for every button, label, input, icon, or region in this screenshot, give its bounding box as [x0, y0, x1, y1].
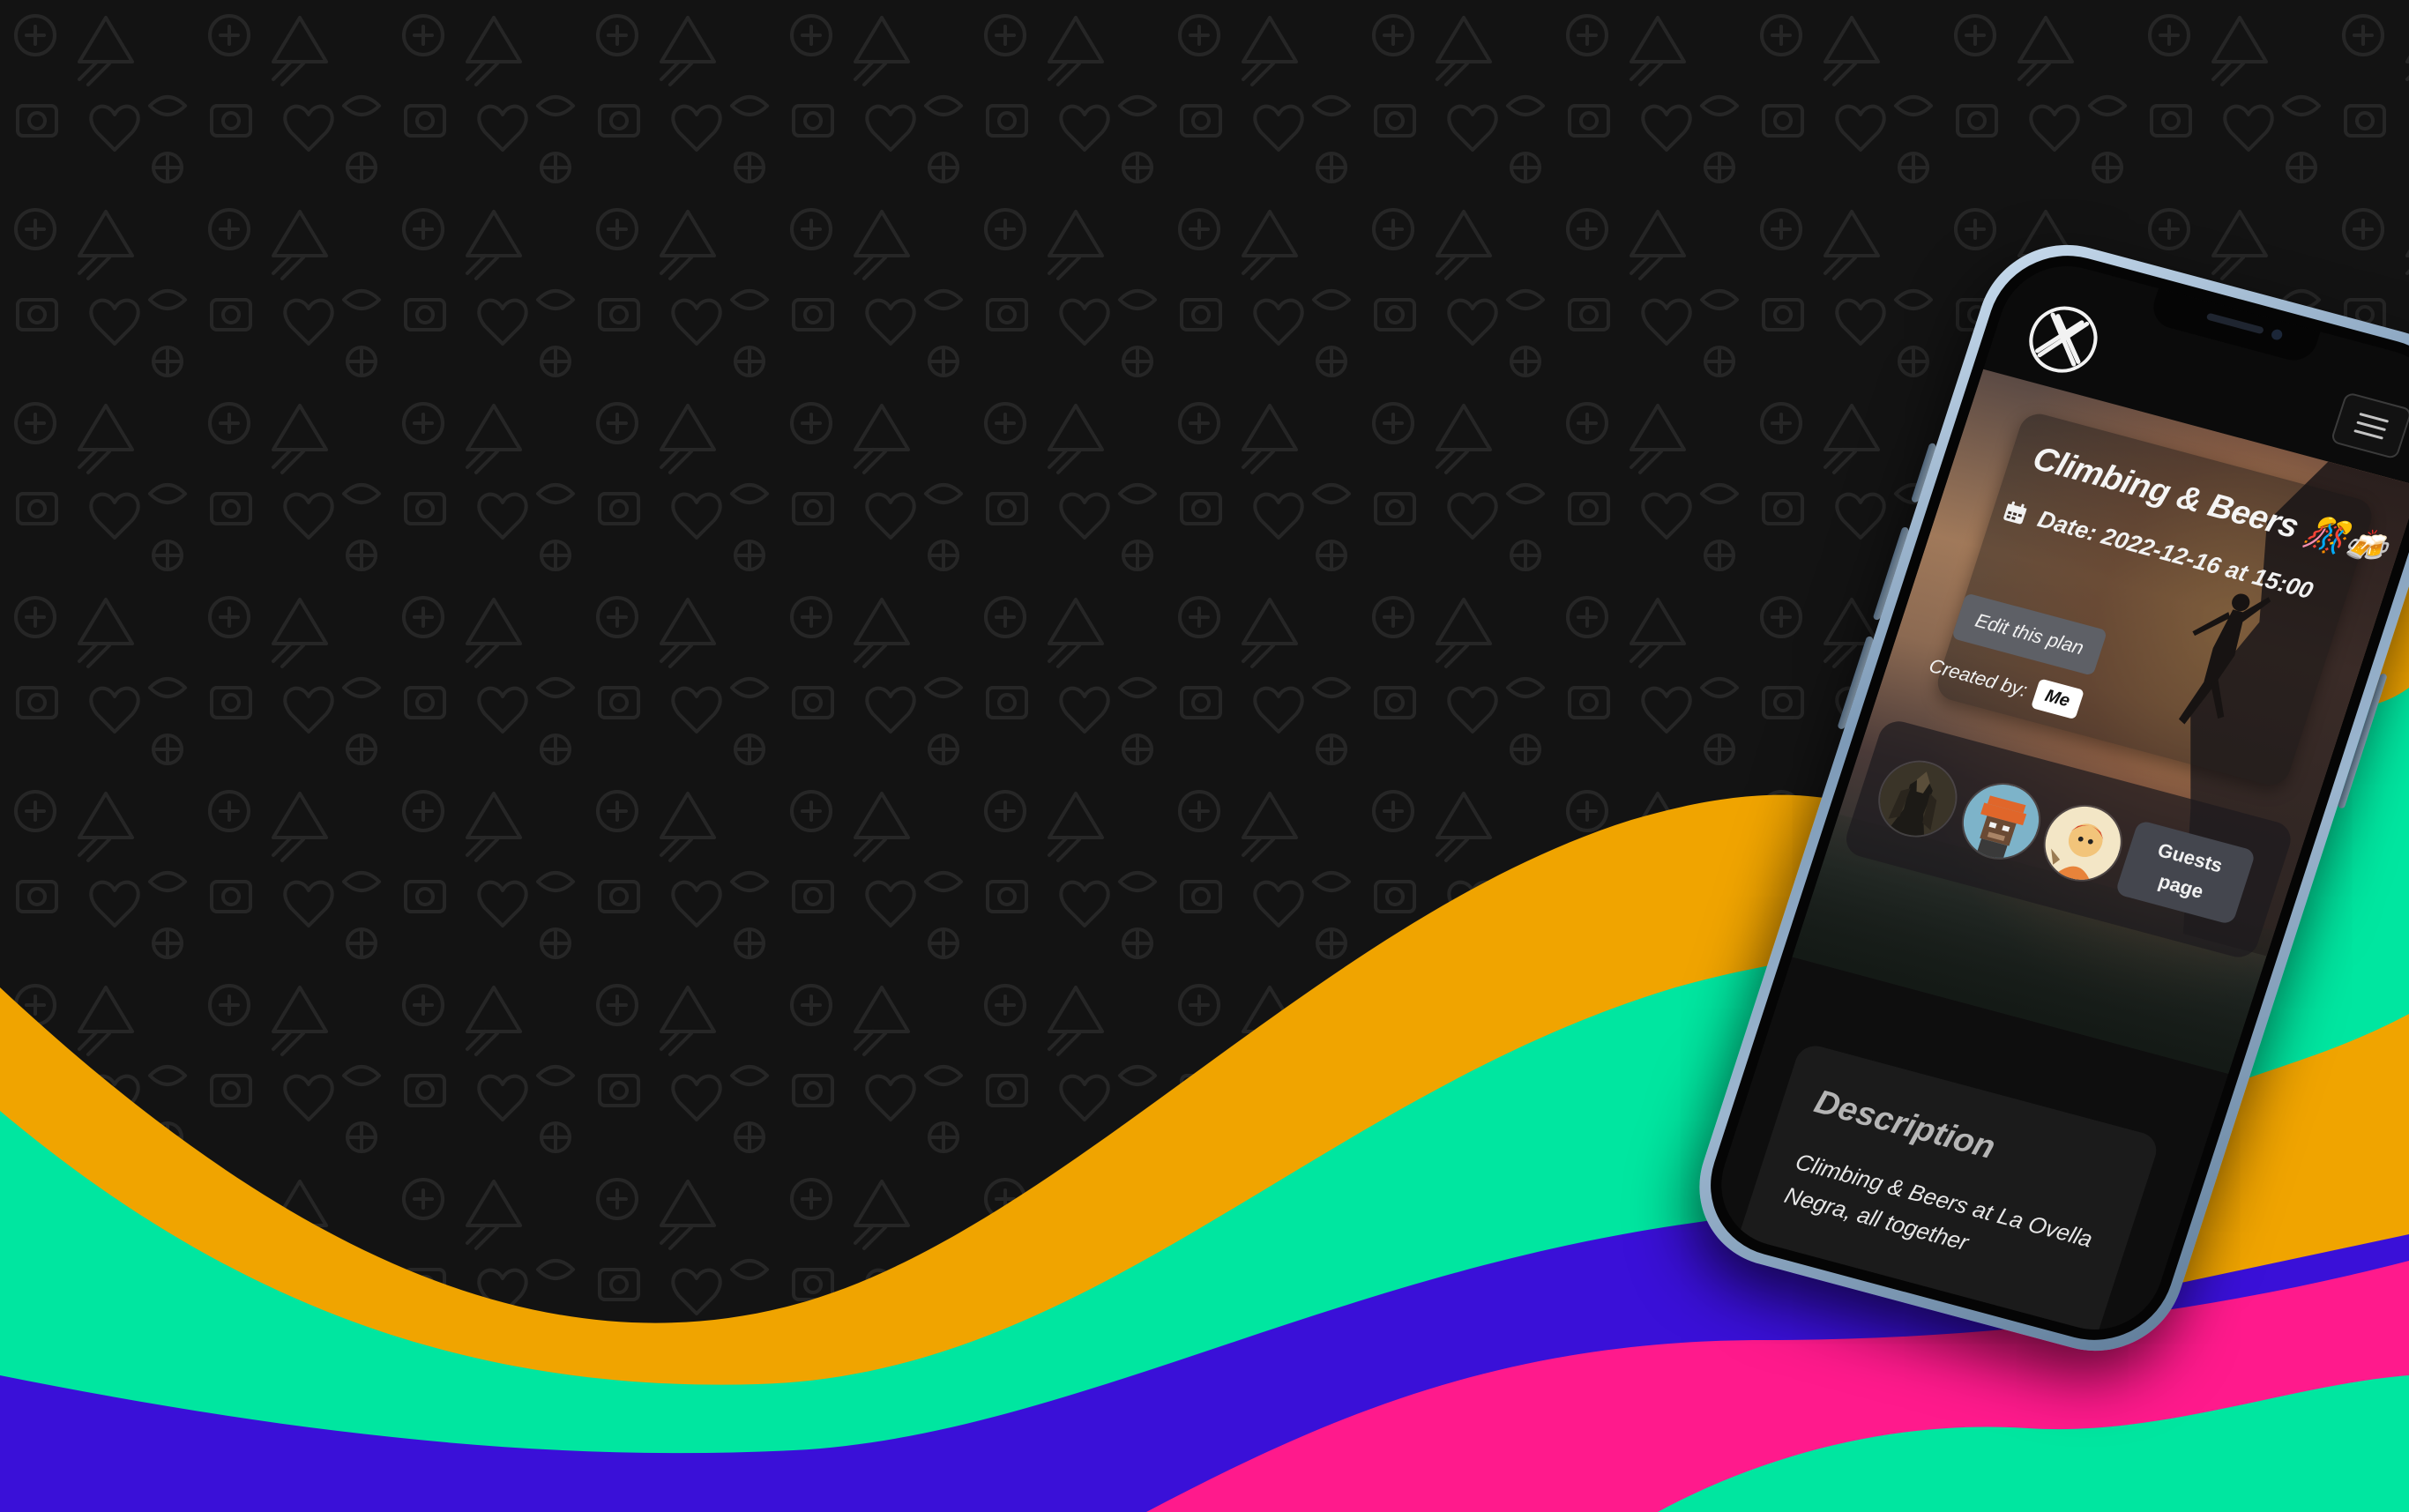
phone-camera [2270, 328, 2284, 341]
phone-speaker [2205, 312, 2264, 335]
promo-stage: Climbing & Beers 🎊🍻 Date: 2022-12-16 at … [0, 0, 2409, 1512]
created-by-label: Created by: [1926, 653, 2031, 701]
guests-page-label: Guests page [2155, 838, 2226, 903]
guest-avatar-cartoon-character[interactable] [2033, 796, 2133, 890]
hamburger-menu-icon[interactable] [2330, 391, 2409, 460]
creator-badge[interactable]: Me [2030, 678, 2085, 720]
calendar-icon [2003, 501, 2027, 524]
x-circle-logo-icon[interactable] [2020, 299, 2107, 381]
guest-avatar-armored-figure[interactable] [1868, 751, 1967, 846]
guests-page-button[interactable]: Guests page [2114, 819, 2256, 926]
guest-avatar-pixel-ape[interactable] [1951, 774, 2051, 868]
